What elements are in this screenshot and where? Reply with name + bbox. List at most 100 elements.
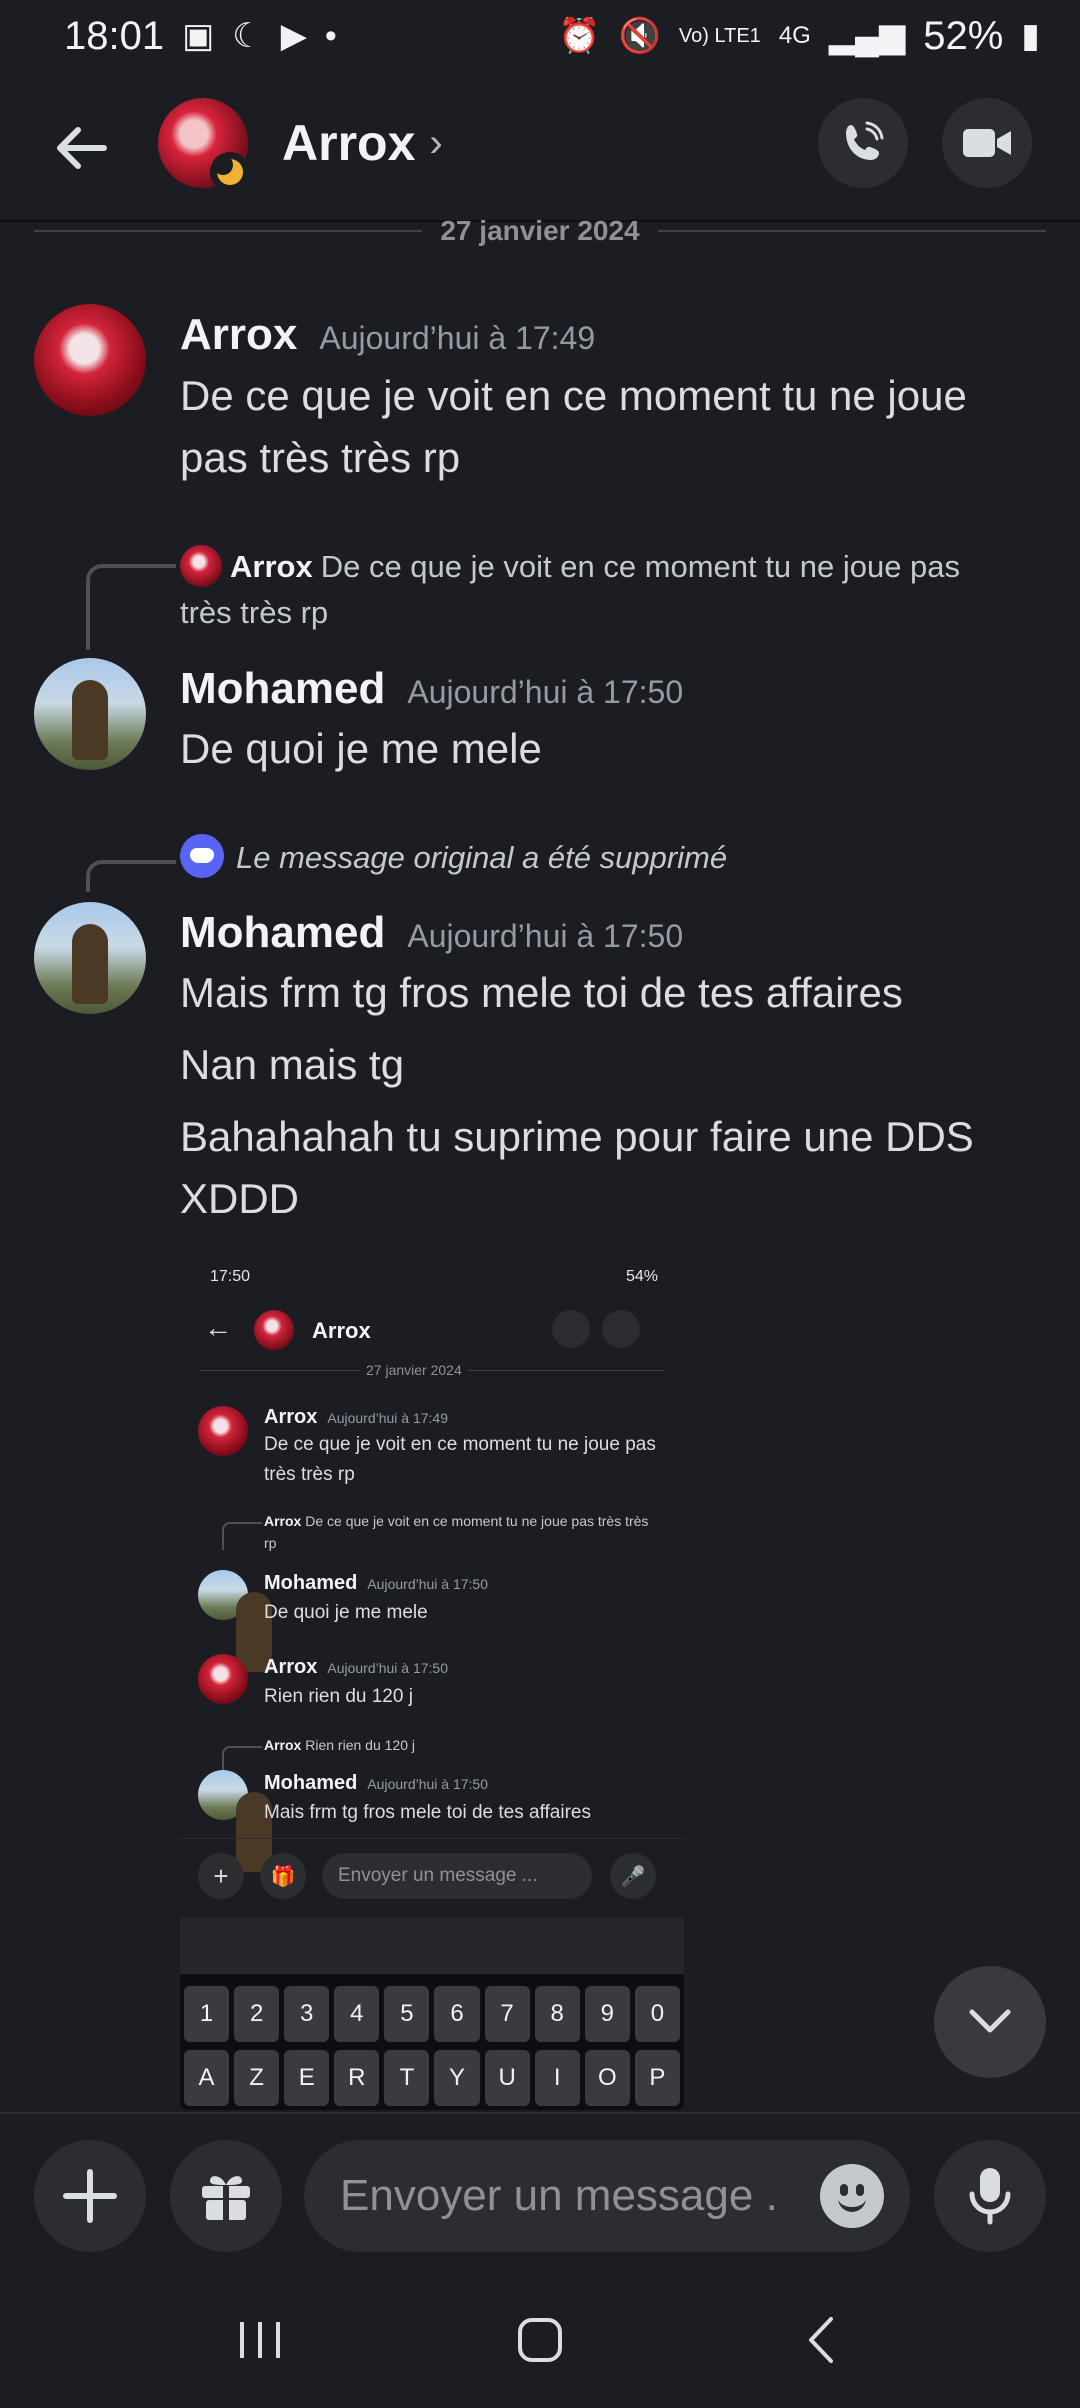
microphone-icon bbox=[969, 2168, 1011, 2225]
attachment-keyboard-letter-row: AZERTYUIOP bbox=[184, 2050, 680, 2106]
gift-button[interactable] bbox=[170, 2140, 282, 2252]
message-timestamp: Aujourd’hui à 17:50 bbox=[407, 674, 684, 710]
attachment-contact-name: Arrox bbox=[312, 1318, 371, 1343]
arrow-left-icon bbox=[57, 127, 107, 169]
home-button[interactable] bbox=[490, 2300, 590, 2380]
attachment-key: E bbox=[284, 2050, 330, 2106]
attachment-avatar-arrox bbox=[198, 1654, 248, 1704]
avatar-mohamed[interactable] bbox=[34, 902, 146, 1014]
attachment-key: Y bbox=[434, 2050, 480, 2106]
attachment-message-text: De ce que je voit en ce moment tu ne jou… bbox=[264, 1434, 656, 1485]
youtube-icon: ▶ bbox=[280, 17, 307, 55]
contact-name: Arrox bbox=[282, 115, 416, 171]
mute-icon: 🔇 bbox=[618, 17, 661, 55]
reply-avatar bbox=[180, 545, 222, 587]
image-attachment[interactable]: 17:50 54% ← Arrox 27 janvier 2024 Arrox A… bbox=[180, 1258, 684, 2110]
attachment-key: 8 bbox=[534, 1986, 580, 2042]
attachment-keyboard-number-row: 1234567890 bbox=[184, 1986, 680, 2042]
plus-icon bbox=[63, 2169, 117, 2223]
voice-message-button[interactable] bbox=[934, 2140, 1046, 2252]
network-indicator: 4G bbox=[778, 22, 811, 49]
reply-connector bbox=[86, 860, 176, 892]
battery-level: 52% bbox=[923, 13, 1004, 58]
message-text[interactable]: De ce que je voit en ce moment tu ne jou… bbox=[180, 365, 1040, 489]
attachment-message-header: Arrox Aujourd’hui à 17:49 bbox=[264, 1406, 449, 1428]
attachment-key: 7 bbox=[484, 1986, 530, 2042]
attachment-key: 1 bbox=[184, 1986, 230, 2042]
smiley-icon bbox=[838, 2198, 866, 2212]
home-icon bbox=[518, 2318, 562, 2362]
video-call-button[interactable] bbox=[942, 98, 1032, 188]
author-name[interactable]: Mohamed bbox=[180, 908, 385, 957]
attachment-back-icon: ← bbox=[204, 1312, 232, 1343]
gallery-icon: ▣ bbox=[182, 17, 215, 55]
message-text[interactable]: De quoi je me mele bbox=[180, 718, 1040, 780]
attachment-reply: Arrox Rien rien du 120 j bbox=[264, 1737, 415, 1753]
attachment-mic-icon: 🎤 bbox=[610, 1853, 656, 1899]
attachment-date-divider: 27 janvier 2024 bbox=[360, 1362, 468, 1378]
discord-logo-icon bbox=[180, 834, 224, 878]
message-input-wrapper bbox=[304, 2140, 910, 2252]
attachment-header-avatar bbox=[254, 1310, 294, 1350]
back-nav-button[interactable] bbox=[770, 2300, 870, 2380]
emoji-button[interactable] bbox=[820, 2164, 884, 2228]
message-text[interactable]: Bahahahah tu suprime pour faire une DDS … bbox=[180, 1106, 1040, 1230]
reply-preview[interactable]: Arrox De ce que je voit en ce moment tu n… bbox=[180, 544, 1000, 636]
attachment-battery: 54% bbox=[625, 1268, 658, 1285]
attachment-avatar-arrox bbox=[198, 1406, 248, 1456]
attachment-message-header: Mohamed Aujourd’hui à 17:50 bbox=[264, 1772, 488, 1794]
attachment-message-text: Rien rien du 120 j bbox=[264, 1686, 413, 1707]
reply-author: Arrox bbox=[230, 549, 313, 584]
recent-apps-button[interactable] bbox=[210, 2300, 310, 2380]
attachment-status-time: 17:50 bbox=[210, 1268, 251, 1285]
message-text[interactable]: Nan mais tg bbox=[180, 1034, 1040, 1096]
reply-preview-deleted: Le message original a été supprimé bbox=[180, 834, 1000, 881]
attachment-input-placeholder: Envoyer un message ... bbox=[322, 1853, 592, 1899]
deleted-reply-text: Le message original a été supprimé bbox=[236, 840, 728, 875]
message-text[interactable]: Mais frm tg fros mele toi de tes affaire… bbox=[180, 962, 1040, 1024]
attachment-gift-icon: 🎁 bbox=[260, 1853, 306, 1899]
attachment-key: 0 bbox=[634, 1986, 680, 2042]
attachment-key: T bbox=[384, 2050, 430, 2106]
attachment-message-text: De quoi je me mele bbox=[264, 1602, 428, 1623]
notification-dot-icon: • bbox=[324, 17, 337, 55]
battery-icon: ▮ bbox=[1021, 17, 1040, 55]
voice-call-button[interactable] bbox=[818, 98, 908, 188]
video-camera-icon bbox=[963, 129, 1011, 157]
chat-header: Arrox › bbox=[0, 72, 1080, 222]
scroll-to-bottom-button[interactable] bbox=[934, 1966, 1046, 2078]
message-input[interactable] bbox=[340, 2140, 780, 2252]
attachment-key: 3 bbox=[284, 1986, 330, 2042]
attachment-plus-icon: + bbox=[198, 1853, 244, 1899]
avatar-arrox[interactable] bbox=[34, 304, 146, 416]
volte-indicator: Vo) LTE1 bbox=[678, 25, 761, 47]
message-timestamp: Aujourd’hui à 17:49 bbox=[319, 320, 596, 356]
attachment-key: R bbox=[334, 2050, 380, 2106]
attachment-key: P bbox=[634, 2050, 680, 2106]
attachment-reply: Arrox De ce que je voit en ce moment tu … bbox=[264, 1513, 649, 1551]
phone-icon bbox=[846, 121, 884, 160]
attachment-key: Z bbox=[234, 2050, 280, 2106]
reply-connector bbox=[86, 564, 176, 650]
attachment-key: 9 bbox=[584, 1986, 630, 2042]
idle-status-icon bbox=[210, 152, 250, 192]
attachment-keyboard-toolbar bbox=[180, 1918, 684, 1974]
author-name[interactable]: Arrox bbox=[180, 310, 297, 359]
attachment-message-header: Mohamed Aujourd’hui à 17:50 bbox=[264, 1572, 488, 1594]
attachment-call-icon bbox=[552, 1310, 590, 1348]
author-name[interactable]: Mohamed bbox=[180, 664, 385, 713]
attachment-video-icon bbox=[602, 1310, 640, 1348]
add-attachment-button[interactable] bbox=[34, 2140, 146, 2252]
attachment-reply-connector bbox=[222, 1522, 262, 1550]
gift-icon bbox=[202, 2176, 250, 2220]
system-navigation-bar bbox=[0, 2272, 1080, 2408]
attachment-message-text: Mais frm tg fros mele toi de tes affaire… bbox=[264, 1802, 591, 1823]
do-not-disturb-icon: ☾ bbox=[232, 17, 263, 55]
attachment-input-bar: + 🎁 Envoyer un message ... 🎤 bbox=[180, 1838, 684, 1912]
attachment-key: 2 bbox=[234, 1986, 280, 2042]
attachment-key: 4 bbox=[334, 1986, 380, 2042]
contact-name-button[interactable]: Arrox › bbox=[282, 114, 443, 172]
date-divider: 27 janvier 2024 bbox=[34, 215, 1046, 246]
back-button[interactable] bbox=[44, 112, 116, 184]
avatar-mohamed[interactable] bbox=[34, 658, 146, 770]
